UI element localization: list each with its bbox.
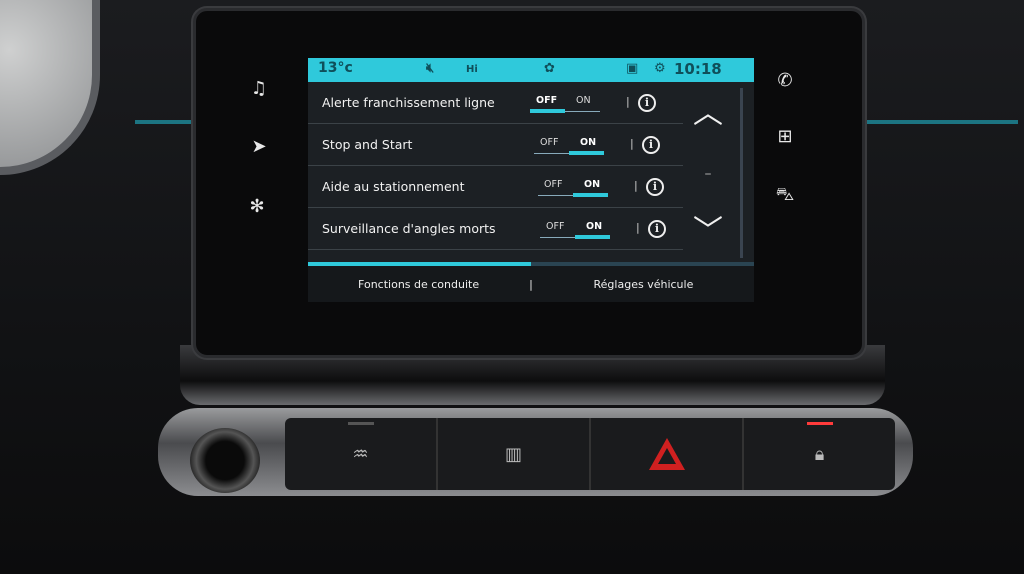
- toggle-stop-start[interactable]: OFF ON: [534, 135, 604, 155]
- toggle-lane-departure[interactable]: OFF ON: [530, 93, 600, 113]
- display-icon[interactable]: ▣: [626, 61, 638, 76]
- hazard-icon: [648, 438, 685, 470]
- gear-icon[interactable]: ⚙: [654, 61, 666, 76]
- setting-row: Stop and Start OFF ON | i: [308, 124, 683, 166]
- lock-icon: 🔒︎: [814, 443, 825, 465]
- tab-reglages-vehicule[interactable]: Réglages véhicule: [533, 278, 754, 291]
- separator: |: [630, 137, 634, 150]
- info-icon[interactable]: i: [646, 178, 664, 196]
- toggle-on[interactable]: ON: [576, 95, 591, 106]
- temperature: 13°c: [318, 60, 353, 76]
- front-defrost-button[interactable]: ♒: [285, 418, 438, 490]
- scroll-up-button[interactable]: ︿: [683, 88, 733, 132]
- toggle-parking-aid[interactable]: OFF ON: [538, 177, 608, 197]
- clock: 10:18: [674, 60, 722, 78]
- separator: |: [634, 179, 638, 192]
- setting-row: Aide au stationnement OFF ON | i: [308, 166, 683, 208]
- setting-label: Aide au stationnement: [322, 179, 465, 194]
- separator: |: [636, 221, 640, 234]
- rear-defrost-button[interactable]: ▥: [438, 418, 591, 490]
- status-bar: 13°c 🔇︎ Hi ✿ ▣ ⚙ 10:18: [308, 58, 754, 82]
- setting-label: Alerte franchissement ligne: [322, 95, 495, 110]
- tab-bar: Fonctions de conduite | Réglages véhicul…: [308, 266, 754, 302]
- info-icon[interactable]: i: [638, 94, 656, 112]
- ambient-trim-left: [135, 120, 193, 124]
- toggle-blind-spot[interactable]: OFF ON: [540, 219, 610, 239]
- navigation-icon[interactable]: ➤: [244, 136, 274, 157]
- info-icon[interactable]: i: [642, 136, 660, 154]
- toggle-on[interactable]: ON: [586, 221, 602, 232]
- toggle-off[interactable]: OFF: [544, 179, 562, 190]
- info-icon[interactable]: i: [648, 220, 666, 238]
- music-icon[interactable]: ♫: [244, 78, 274, 99]
- separator: |: [626, 95, 630, 108]
- toggle-off[interactable]: OFF: [540, 137, 558, 148]
- speaker-muted-icon[interactable]: 🔇︎: [426, 61, 434, 76]
- scroll-down-button[interactable]: ﹀: [683, 206, 733, 250]
- climate-fan-icon[interactable]: ✻: [242, 196, 272, 217]
- toggle-off[interactable]: OFF: [536, 95, 557, 106]
- hazard-button[interactable]: [591, 418, 744, 490]
- toggle-on[interactable]: ON: [584, 179, 600, 190]
- fan-icon[interactable]: ✿: [544, 61, 555, 76]
- hard-button-strip: ♒ ▥ 🔒︎: [285, 418, 895, 490]
- tab-fonctions-de-conduite[interactable]: Fonctions de conduite: [308, 278, 529, 291]
- car-icon[interactable]: ⛍: [770, 184, 800, 208]
- phone-icon[interactable]: ✆: [770, 70, 800, 91]
- settings-list: Alerte franchissement ligne OFF ON | i St…: [308, 82, 683, 250]
- scrollbar[interactable]: [740, 88, 743, 258]
- toggle-off[interactable]: OFF: [546, 221, 564, 232]
- door-lock-button[interactable]: 🔒︎: [744, 418, 895, 490]
- volume-knob[interactable]: [190, 428, 260, 493]
- fan-level: Hi: [466, 64, 478, 75]
- setting-label: Stop and Start: [322, 137, 413, 152]
- ambient-trim: [860, 120, 1018, 124]
- apps-grid-icon[interactable]: ⊞: [770, 126, 800, 147]
- setting-label: Surveillance d'angles morts: [322, 221, 496, 236]
- scroll-position-indicator: –: [704, 166, 712, 182]
- infotainment-screen: 13°c 🔇︎ Hi ✿ ▣ ⚙ 10:18 Alerte franchisse…: [308, 58, 754, 302]
- setting-row: Alerte franchissement ligne OFF ON | i: [308, 82, 683, 124]
- setting-row: Surveillance d'angles morts OFF ON | i: [308, 208, 683, 250]
- toggle-on[interactable]: ON: [580, 137, 596, 148]
